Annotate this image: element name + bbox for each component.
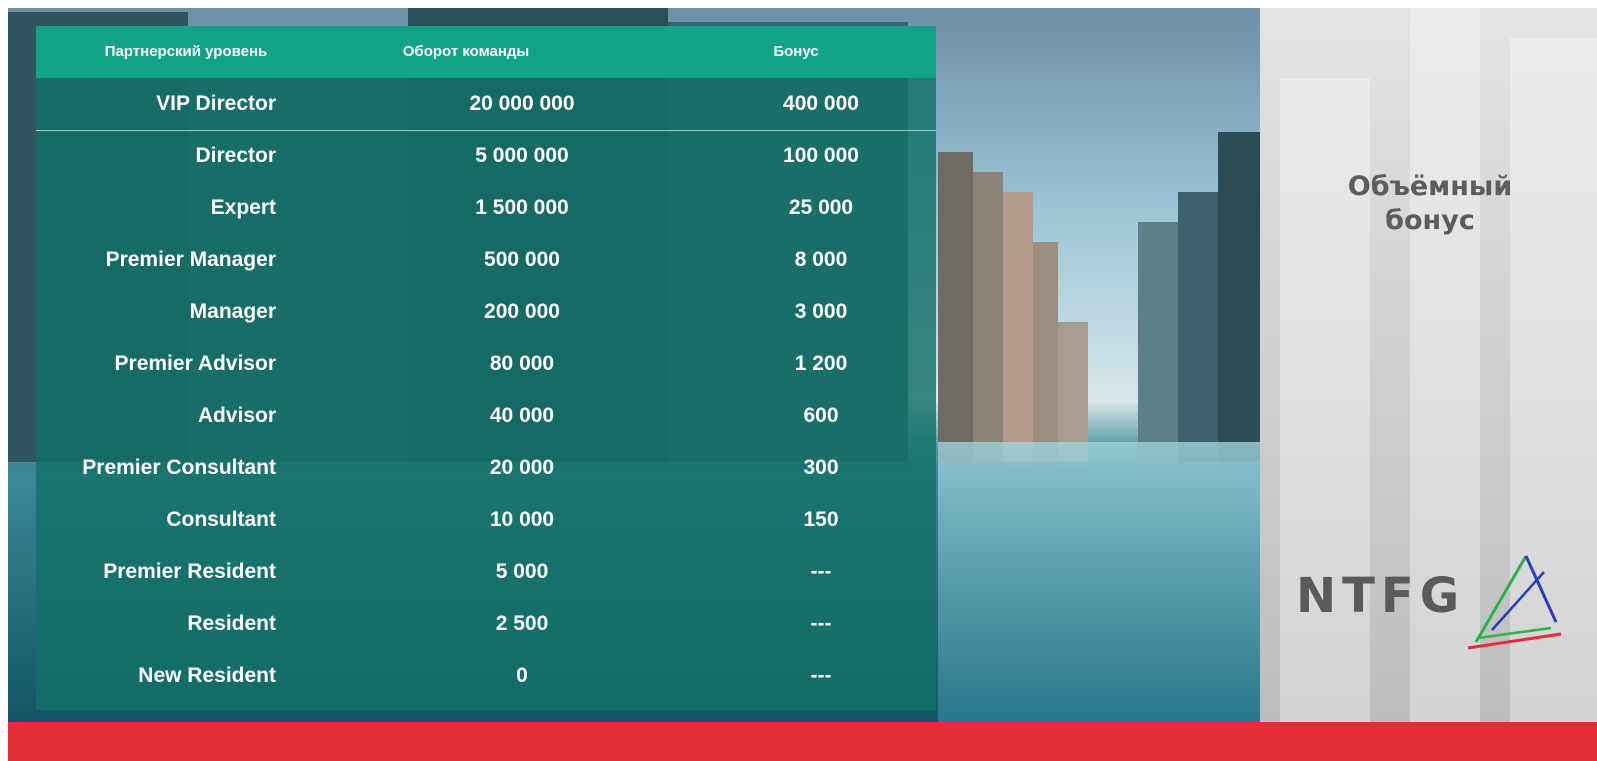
turnover-cell: 1 500 000 bbox=[475, 196, 569, 219]
building bbox=[1033, 242, 1058, 472]
river bbox=[938, 442, 1260, 722]
logo-triangle-icon bbox=[1467, 555, 1562, 650]
table-row: Consultant 10 000 150 bbox=[36, 494, 936, 546]
table-header: Партнерский уровень Оборот команды Бонус bbox=[36, 26, 936, 78]
header-turnover: Оборот команды bbox=[402, 43, 530, 60]
bonus-cell: --- bbox=[810, 560, 832, 583]
turnover-cell: 80 000 bbox=[489, 352, 555, 375]
header-bonus: Бонус bbox=[773, 43, 819, 60]
turnover-cell: 40 000 bbox=[489, 404, 555, 427]
turnover-cell: 5 000 000 bbox=[475, 144, 569, 167]
footer-bar bbox=[8, 722, 1597, 761]
turnover-cell: 5 000 bbox=[495, 560, 549, 583]
table-row: Premier Consultant 20 000 300 bbox=[36, 442, 936, 494]
bonus-cell: --- bbox=[810, 612, 832, 635]
table-row: VIP Director 20 000 000 400 000 bbox=[36, 78, 936, 130]
bonus-cell: 1 200 bbox=[794, 352, 848, 375]
side-title: Объёмный бонус bbox=[1347, 171, 1513, 236]
bonus-cell: 400 000 bbox=[783, 92, 859, 115]
turnover-cell: 20 000 000 bbox=[469, 92, 575, 115]
table-row: Director 5 000 000 100 000 bbox=[36, 130, 936, 182]
table-row: Manager 200 000 3 000 bbox=[36, 286, 936, 338]
table-row: New Resident 0 --- bbox=[36, 650, 936, 702]
building bbox=[1218, 132, 1260, 472]
turnover-cell: 20 000 bbox=[489, 456, 555, 479]
level-cell: Advisor bbox=[197, 404, 276, 427]
header-level: Партнерский уровень bbox=[104, 43, 268, 60]
building bbox=[938, 152, 973, 472]
bonus-cell: 25 000 bbox=[788, 196, 854, 219]
turnover-cell: 2 500 bbox=[495, 612, 549, 635]
bonus-cell: 8 000 bbox=[794, 248, 848, 271]
table-row: Premier Resident 5 000 --- bbox=[36, 546, 936, 598]
ntfg-logo: NTFG bbox=[1296, 552, 1586, 662]
bonus-cell: 300 bbox=[803, 456, 839, 479]
level-cell: Premier Manager bbox=[105, 248, 276, 271]
level-cell: New Resident bbox=[138, 664, 276, 687]
turnover-cell: 0 bbox=[516, 664, 528, 687]
level-cell: Consultant bbox=[166, 508, 276, 531]
level-cell: Premier Resident bbox=[103, 560, 276, 583]
building bbox=[1178, 192, 1218, 472]
building bbox=[1138, 222, 1178, 472]
level-cell: Director bbox=[195, 144, 276, 167]
bonus-cell: --- bbox=[810, 664, 832, 687]
table-row: Premier Advisor 80 000 1 200 bbox=[36, 338, 936, 390]
turnover-cell: 500 000 bbox=[484, 248, 560, 271]
table-row: Resident 2 500 --- bbox=[36, 598, 936, 650]
bonus-cell: 600 bbox=[803, 404, 839, 427]
turnover-cell: 10 000 bbox=[489, 508, 555, 531]
level-cell: Resident bbox=[187, 612, 276, 635]
level-cell: Premier Consultant bbox=[82, 456, 276, 479]
level-cell: Premier Advisor bbox=[114, 352, 276, 375]
turnover-cell: 200 000 bbox=[484, 300, 560, 323]
bonus-cell: 100 000 bbox=[783, 144, 859, 167]
building bbox=[973, 172, 1003, 472]
table-row: Expert 1 500 000 25 000 bbox=[36, 182, 936, 234]
bonus-cell: 150 bbox=[803, 508, 839, 531]
building bbox=[1003, 192, 1033, 472]
table-row: Premier Manager 500 000 8 000 bbox=[36, 234, 936, 286]
level-cell: Manager bbox=[189, 300, 276, 323]
level-cell: Expert bbox=[210, 196, 276, 219]
bonus-cell: 3 000 bbox=[794, 300, 848, 323]
level-cell: VIP Director bbox=[156, 92, 276, 115]
table-row: Advisor 40 000 600 bbox=[36, 390, 936, 442]
